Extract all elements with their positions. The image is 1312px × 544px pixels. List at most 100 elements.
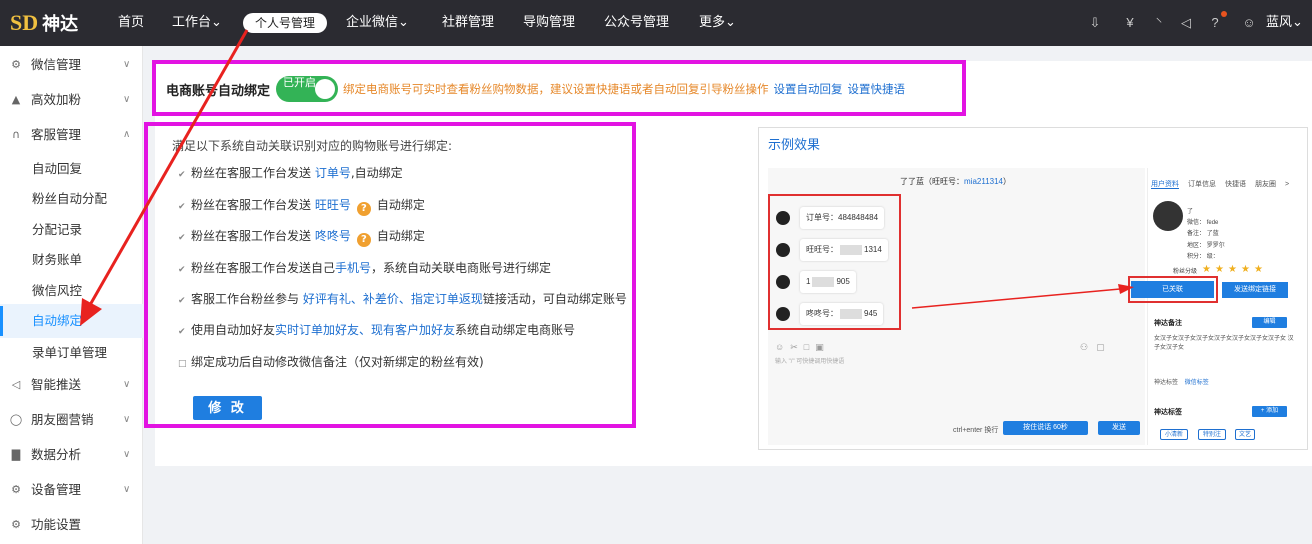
sidebar-item-label: 数据分析 (31, 447, 82, 462)
chat-title-id: mia211314 (964, 177, 1003, 186)
speaker-icon[interactable]: ◁ (1177, 14, 1195, 32)
profile-wechat: 微信： fede (1187, 217, 1218, 226)
highlight-box-chat-messages (768, 194, 901, 330)
profile-value: 了蓝 (1206, 231, 1219, 237)
people-icon: ⚇ (1080, 342, 1097, 352)
demo-title: 示例效果 (768, 138, 821, 153)
user-name-menu[interactable]: 蓝风⌄ (1266, 0, 1303, 46)
sidebar-item-label: 录单订单管理 (32, 345, 108, 360)
profile-remark: 备注： 了蓝 (1187, 228, 1219, 237)
chevron-down-icon: ∨ (123, 414, 131, 425)
sidebar-item-data-analysis[interactable]: ▇ 数据分析 ∨ (0, 438, 143, 472)
chat-toolbar-right: ⚇▢ (1080, 342, 1113, 353)
ctrl-enter-hint: ctrl+enter 换行 (953, 427, 999, 434)
chat-title-text: 了了蓝（旺旺号： (900, 177, 964, 186)
tag-chip: 特别注 (1198, 429, 1226, 440)
hold-to-talk-button: 按住说话 60秒 (1003, 421, 1088, 435)
gears-icon: ⚙ (11, 58, 21, 71)
tab-shortcuts: 快捷语 (1225, 181, 1246, 188)
profile-label: 备注： (1187, 231, 1206, 237)
remark-title: 神达备注 (1154, 320, 1182, 327)
remark-edit-button: 编辑 (1252, 317, 1287, 328)
avatar (1153, 201, 1183, 231)
user-circle-icon[interactable]: ☺ (1240, 14, 1258, 32)
headset-icon[interactable]: ⸌ (1150, 14, 1168, 32)
profile-region: 地区： 罗罗尔 (1187, 240, 1225, 249)
tag-add-button: + 添加 (1252, 406, 1287, 417)
help-icon[interactable]: ? (1206, 14, 1224, 32)
sidebar-item-smart-push[interactable]: ◁ 智能推送 ∨ (0, 368, 143, 402)
nav-item-more[interactable]: 更多⌄ (699, 0, 736, 46)
highlight-frame-binding-toggle (152, 60, 966, 116)
chat-input-hint: 输入 "/" 可快捷调用快捷语 (775, 359, 845, 365)
send-button: 发送 (1098, 421, 1140, 435)
app-logo[interactable]: SD 神达 (10, 9, 78, 37)
chevron-down-icon: ∨ (123, 484, 131, 495)
demo-user-tabs: 用户资料 订单信息 快捷语 朋友圈 > (1151, 179, 1298, 189)
tag-title: 神达标签 (1154, 409, 1182, 416)
star-icon: ★ (1254, 264, 1263, 275)
profile-value: 级： (1206, 254, 1219, 260)
tab-user-profile: 用户资料 (1151, 181, 1179, 189)
annotation-arrow-sidebar (80, 29, 249, 326)
tab-wechat-tags: 微信标签 (1184, 380, 1209, 386)
sidebar-item-label: 智能推送 (31, 377, 82, 392)
profile-label: 积分： (1187, 254, 1206, 260)
nav-item-shopping-guide[interactable]: 导购管理 (523, 0, 575, 46)
send-icon: ◁ (11, 378, 21, 391)
tag-chip: 文艺 (1235, 429, 1255, 440)
emoji-icon: ☺ (775, 342, 791, 352)
profile-points: 积分： 级： (1187, 251, 1219, 260)
profile-value: 罗罗尔 (1206, 243, 1225, 249)
star-icon: ★ (1228, 264, 1237, 275)
sidebar-item-device-management[interactable]: ⚙ 设备管理 ∨ (0, 473, 143, 507)
profile-label: 微信： (1187, 220, 1206, 226)
tab-shenda-tags: 神达标签 (1154, 380, 1179, 386)
chevron-down-icon: ∨ (123, 449, 131, 460)
profile-value: fede (1206, 220, 1219, 226)
scissors-icon: ✂ (790, 342, 804, 352)
profile-label: 地区： (1187, 243, 1206, 249)
tab-more: > (1285, 181, 1290, 188)
notification-dot (1221, 11, 1227, 17)
person-icon: ▲ (11, 93, 21, 106)
gears-icon: ⚙ (11, 518, 21, 531)
gears-icon: ⚙ (11, 483, 21, 496)
tab-order-info: 订单信息 (1188, 181, 1216, 188)
folder-icon: □ (803, 342, 816, 352)
chevron-down-icon: ∨ (123, 379, 131, 390)
tab-moments: 朋友圈 (1255, 181, 1276, 188)
sidebar-subitem-order-entry[interactable]: 录单订单管理 (0, 336, 143, 370)
demo-chat-title: 了了蓝（旺旺号：mia211314） (900, 176, 1011, 187)
star-icon: ★ (1215, 264, 1224, 275)
image-icon: ▣ (815, 342, 830, 352)
sidebar-item-label: 设备管理 (31, 482, 82, 497)
sidebar-item-feature-settings[interactable]: ⚙ 功能设置 (0, 508, 143, 542)
star-icon: ★ (1241, 264, 1250, 275)
sidebar-item-moments-marketing[interactable]: ◯ 朋友圈营销 ∨ (0, 403, 143, 437)
tag-tabs: 神达标签 微信标签 (1154, 377, 1209, 386)
send-bind-link-button: 发送绑定链接 (1222, 282, 1288, 298)
chat-toolbar: ☺✂□▣ (775, 342, 830, 353)
sidebar-item-label: 功能设置 (31, 517, 82, 532)
nav-item-enterprise-wechat[interactable]: 企业微信⌄ (346, 0, 409, 46)
star-icon: ★ (1202, 264, 1211, 275)
download-icon[interactable]: ⇩ (1086, 14, 1104, 32)
logo-mark: SD (10, 10, 39, 35)
fan-level-label: 粉丝分级 (1173, 269, 1198, 275)
tag-chip: 小清新 (1160, 429, 1188, 440)
highlight-box-bound (1128, 276, 1218, 303)
chat-icon: ▢ (1096, 342, 1113, 352)
yen-icon[interactable]: ¥ (1121, 14, 1139, 32)
headset-icon: ∩ (11, 128, 21, 141)
annotation-arrow-demo (911, 284, 1134, 309)
nav-item-community[interactable]: 社群管理 (442, 0, 494, 46)
nav-item-personal-account[interactable]: 个人号管理 (243, 13, 328, 33)
profile-name: 了 (1187, 209, 1194, 215)
chat-title-text: ） (1003, 177, 1011, 186)
sidebar-item-label: 朋友圈营销 (31, 412, 94, 427)
remark-text: 女汉子女汉子女汉子女汉子女汉子女汉子女汉子女 汉子女汉子女 (1154, 336, 1294, 351)
nav-item-official-account[interactable]: 公众号管理 (604, 0, 669, 46)
bar-chart-icon: ▇ (11, 448, 21, 461)
chat-bubble-icon: ◯ (9, 413, 23, 426)
